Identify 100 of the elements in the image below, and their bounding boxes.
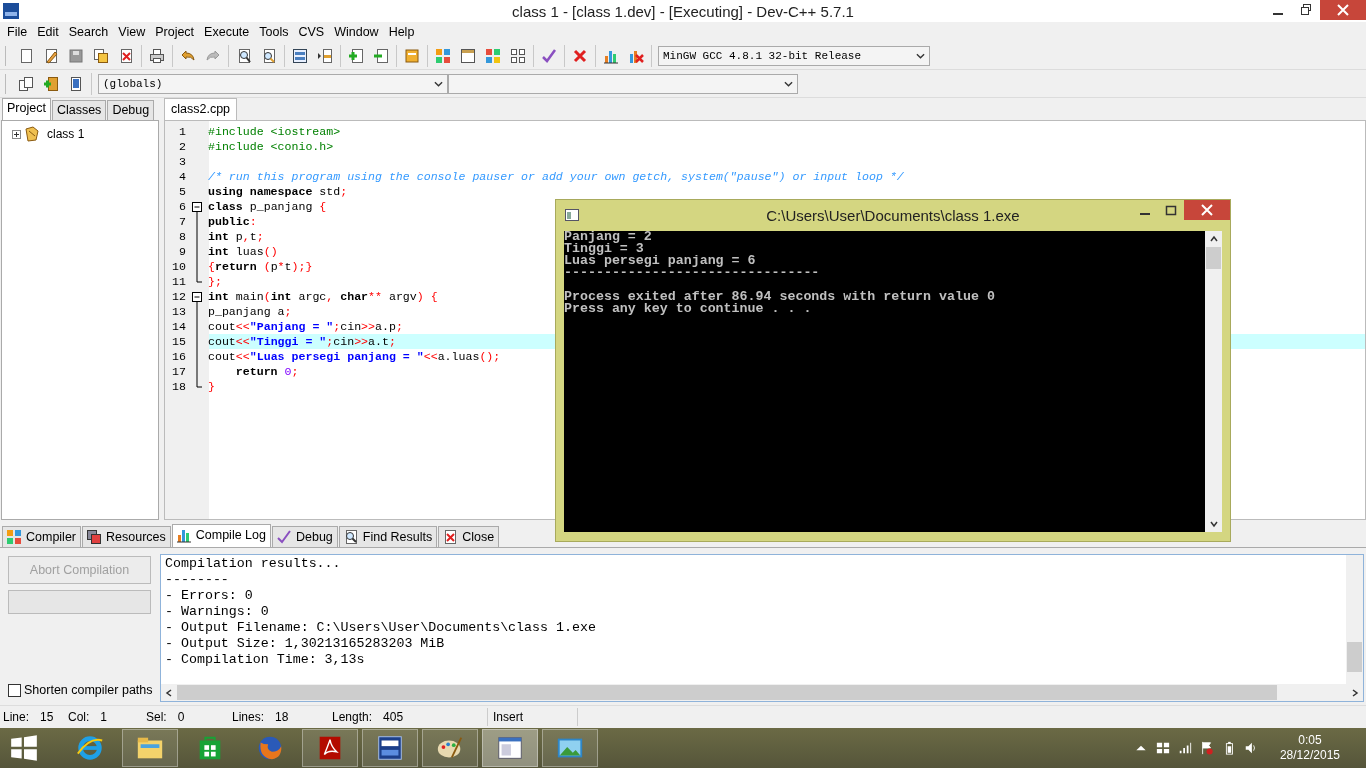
network-signal-icon[interactable] bbox=[1177, 741, 1192, 755]
panel-tab[interactable]: Find Results bbox=[338, 526, 438, 547]
panel-tab[interactable]: Compiler bbox=[2, 526, 81, 547]
menu-item[interactable]: Project bbox=[150, 25, 200, 39]
photo-viewer-icon[interactable] bbox=[542, 729, 598, 767]
panel-tab[interactable]: Debug bbox=[271, 526, 338, 547]
menu-item[interactable]: CVS bbox=[293, 25, 330, 39]
scrollbar-thumb[interactable] bbox=[1206, 247, 1221, 269]
horizontal-scrollbar[interactable] bbox=[161, 684, 1363, 701]
caret-icon[interactable] bbox=[434, 80, 443, 87]
code-line: int luas() bbox=[208, 245, 278, 258]
windows-icon bbox=[86, 529, 102, 545]
windows-start-icon[interactable] bbox=[10, 734, 38, 762]
code-line: cout<<"Tinggi = ";cin>>a.t; bbox=[208, 335, 396, 348]
log-line: - Output Filename: C:\Users\User\Documents\class 1.exe bbox=[165, 620, 597, 636]
project-icon bbox=[24, 126, 40, 142]
line-number: 10 bbox=[171, 260, 186, 273]
scope-dropdown[interactable]: (globals) bbox=[98, 73, 448, 94]
app-icon bbox=[3, 3, 19, 19]
action-center-flag-icon[interactable] bbox=[1199, 741, 1214, 755]
log-line: - Output Size: 1,30213165283203 MiB bbox=[165, 636, 446, 652]
fold-toggle-icon[interactable] bbox=[192, 199, 203, 214]
scrollbar-thumb[interactable] bbox=[177, 685, 1277, 700]
menu-item[interactable]: Execute bbox=[199, 25, 255, 39]
code-line: p_panjang a; bbox=[208, 305, 292, 318]
menu-item[interactable]: Tools bbox=[254, 25, 294, 39]
console-window-icon[interactable] bbox=[482, 729, 538, 767]
caret-icon[interactable] bbox=[784, 80, 793, 87]
pdf-reader-icon[interactable] bbox=[302, 729, 358, 767]
code-line: cout<<"Luas persegi panjang = "<<a.luas(); bbox=[208, 350, 501, 363]
panel-tab[interactable]: Project bbox=[2, 98, 51, 120]
ide-icon[interactable] bbox=[362, 729, 418, 767]
code-line: {return (p*t);} bbox=[208, 260, 313, 273]
vertical-scrollbar[interactable] bbox=[1346, 555, 1363, 684]
menu-item[interactable]: Search bbox=[63, 25, 114, 39]
code-line: class p_panjang { bbox=[208, 200, 327, 213]
console-icon bbox=[564, 207, 580, 223]
close-button[interactable] bbox=[1320, 0, 1366, 20]
line-number: 2 bbox=[178, 140, 186, 153]
file-tab[interactable]: class2.cpp bbox=[164, 98, 238, 120]
code-line: #include <iostream> bbox=[208, 125, 341, 138]
tree-item[interactable]: class 1 bbox=[47, 127, 85, 141]
status-value: 15 bbox=[40, 710, 54, 724]
check-icon bbox=[275, 529, 292, 545]
line-number: 18 bbox=[171, 380, 186, 393]
line-number: 7 bbox=[178, 215, 186, 228]
code-line: }; bbox=[208, 275, 222, 288]
console-line: Panjang = 2 bbox=[564, 229, 652, 244]
line-number: 9 bbox=[178, 245, 186, 258]
log-line: - Warnings: 0 bbox=[165, 604, 270, 620]
panel-tab[interactable]: Resources bbox=[82, 526, 171, 547]
code-line: } bbox=[208, 380, 215, 393]
status-value: 0 bbox=[177, 710, 185, 724]
speaker-icon[interactable] bbox=[1243, 741, 1258, 755]
code-line: int p,t; bbox=[208, 230, 264, 243]
menu-item[interactable]: Help bbox=[383, 25, 420, 39]
status-label: Insert bbox=[493, 710, 523, 724]
fold-toggle-icon[interactable] bbox=[192, 289, 203, 304]
caret-icon[interactable] bbox=[916, 52, 925, 59]
grid-icon bbox=[6, 529, 22, 545]
status-value: 18 bbox=[275, 710, 289, 724]
panel-tab[interactable]: Close bbox=[438, 526, 500, 547]
line-number: 11 bbox=[171, 275, 186, 288]
log-line: -------- bbox=[165, 572, 230, 588]
menu-item[interactable]: View bbox=[113, 25, 151, 39]
log-line: - Compilation Time: 3,13s bbox=[165, 652, 366, 668]
console-line: Process exited after 86.94 seconds with return value 0 bbox=[564, 289, 995, 304]
line-number: 1 bbox=[178, 125, 186, 138]
panel-tab[interactable]: Compile Log bbox=[171, 524, 271, 547]
code-line: cout<<"Panjang = ";cin>>a.p; bbox=[208, 320, 403, 333]
folder-icon[interactable] bbox=[122, 729, 178, 767]
page-cross-icon bbox=[442, 529, 459, 545]
status-label: Sel: bbox=[146, 710, 167, 724]
paint-palette-icon[interactable] bbox=[422, 729, 478, 767]
menu-item[interactable]: File bbox=[2, 25, 33, 39]
vertical-scrollbar[interactable] bbox=[1205, 231, 1222, 532]
code-line: int main(int argc, char** argv) { bbox=[208, 290, 438, 303]
line-number: 6 bbox=[178, 200, 186, 213]
expander-icon[interactable] bbox=[12, 129, 21, 139]
code-line: /* run this program using the console pauser or add your own getch, system("pause") or input loop */ bbox=[208, 170, 904, 183]
line-number: 8 bbox=[178, 230, 186, 243]
checkbox[interactable] bbox=[8, 683, 21, 697]
clock-time[interactable]: 0:05 bbox=[1298, 733, 1322, 748]
log-line: Compilation results... bbox=[165, 556, 342, 572]
menu-item[interactable]: Window bbox=[329, 25, 384, 39]
clock-date[interactable]: 28/12/2015 bbox=[1279, 748, 1340, 763]
checkbox-label: Shorten compiler paths bbox=[24, 683, 153, 697]
window-title: class 1 - [class 1.dev] - [Executing] - Dev-C++ 5.7.1 bbox=[512, 2, 854, 20]
panel-tab[interactable]: Debug bbox=[107, 100, 155, 120]
close-button[interactable] bbox=[1184, 200, 1230, 220]
scrollbar-thumb[interactable] bbox=[1347, 642, 1362, 672]
line-number: 13 bbox=[171, 305, 186, 318]
windows-flag-icon[interactable] bbox=[1155, 741, 1170, 755]
panel-tab[interactable]: Classes bbox=[51, 100, 107, 120]
status-label: Line: bbox=[3, 710, 30, 724]
line-number: 4 bbox=[178, 170, 186, 183]
menu-item[interactable]: Edit bbox=[32, 25, 64, 39]
compiler-dropdown[interactable]: MinGW GCC 4.8.1 32-bit Release bbox=[658, 45, 930, 66]
code-line: using namespace std; bbox=[208, 185, 348, 198]
line-number: 5 bbox=[178, 185, 186, 198]
